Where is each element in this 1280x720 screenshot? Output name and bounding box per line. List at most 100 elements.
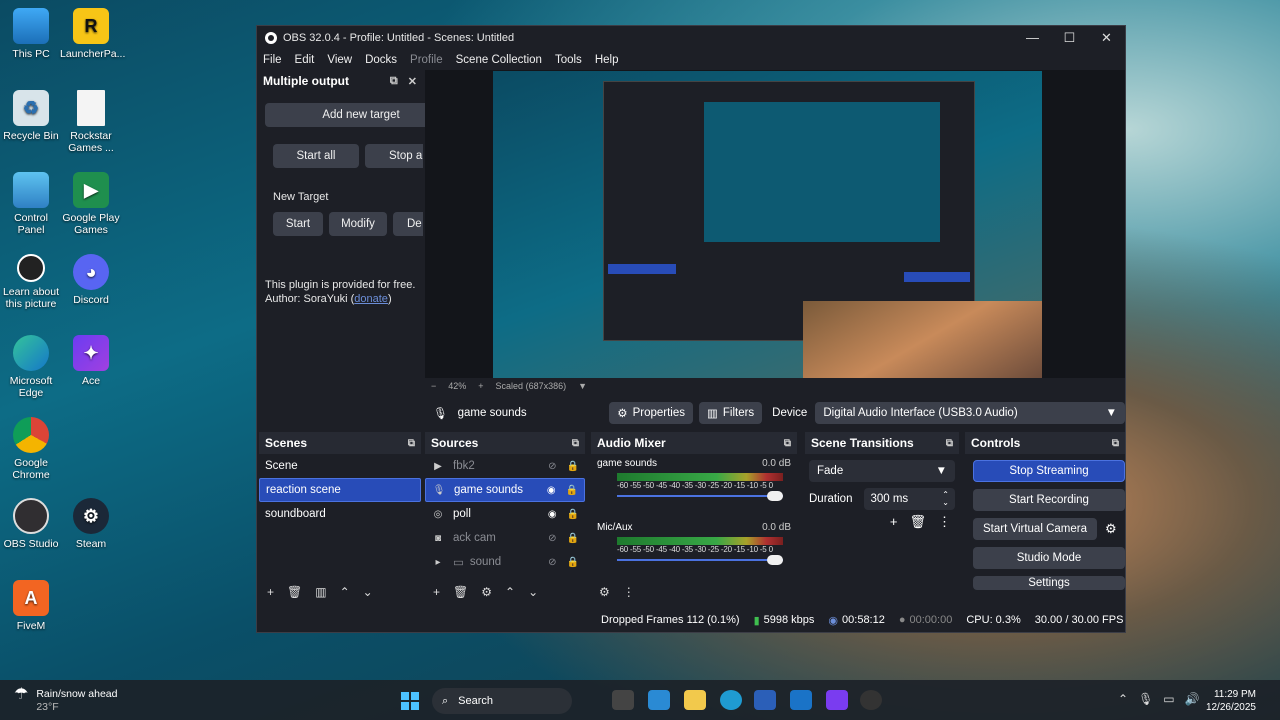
move-down-icon[interactable]: ⌄ [363,585,373,599]
microphone-icon[interactable]: 🎙 [1138,692,1153,706]
start-target-button[interactable]: Start [273,212,323,236]
settings-button[interactable]: Settings [973,576,1125,590]
stop-streaming-button[interactable]: Stop Streaming [973,460,1125,482]
scale-dropdown-icon[interactable]: ▼ [578,381,587,391]
desktop-icon-microsoft-edge[interactable]: Microsoft Edge [0,335,62,399]
desktop-icon-google-chrome[interactable]: Google Chrome [0,417,62,481]
undock-icon[interactable]: ⧉ [1112,438,1119,449]
taskbar-store-icon[interactable] [754,690,776,710]
undock-icon[interactable]: ⧉ [946,438,953,449]
menu-profile[interactable]: Profile [410,54,443,66]
start-all-button[interactable]: Start all [273,144,359,168]
slider-knob[interactable] [767,491,783,501]
taskbar-search[interactable]: ⌕ Search [432,688,572,714]
desktop-icon-rockstar-games[interactable]: Rockstar Games ... [60,90,122,154]
menu-tools[interactable]: Tools [555,54,582,66]
add-transition-icon[interactable]: + [890,514,898,530]
donate-link[interactable]: donate [354,293,388,305]
menu-file[interactable]: File [263,54,282,66]
mixer-settings-icon[interactable]: ⚙ [599,585,610,599]
modify-target-button[interactable]: Modify [329,212,387,236]
weather-widget[interactable]: ☂ Rain/snow ahead 23°F [14,687,117,714]
taskbar-file-explorer-icon[interactable] [684,690,706,710]
desktop-icon-obs-studio[interactable]: OBS Studio [0,498,62,550]
source-row-selected[interactable]: 🎙 game sounds ◉ 🔒 [425,478,585,502]
source-row[interactable]: ▸ ▭ sound ⊘ 🔒 [425,550,585,574]
desktop-icon-google-play-games[interactable]: ▶ Google Play Games [60,172,122,236]
close-button[interactable]: ✕ [1088,30,1125,46]
add-scene-icon[interactable]: + [267,585,274,599]
chevron-up-icon[interactable]: ⌃ [1118,692,1128,706]
taskbar-edge-icon[interactable] [720,690,742,710]
undock-icon[interactable]: ⧉ [408,438,415,449]
delete-target-button[interactable]: De [393,212,423,236]
lock-icon[interactable]: 🔒 [567,509,579,520]
properties-button[interactable]: ⚙ Properties [609,402,693,424]
mixer-menu-icon[interactable]: ⋮ [623,585,635,599]
undock-icon[interactable]: ⧉ [572,438,579,449]
menu-scene-collection[interactable]: Scene Collection [456,54,542,66]
start-virtual-camera-button[interactable]: Start Virtual Camera [973,518,1097,540]
taskbar-obs-icon[interactable] [860,690,882,710]
move-up-icon[interactable]: ⌃ [340,585,350,599]
taskbar-outlook-icon[interactable] [790,690,812,710]
minimize-button[interactable]: — [1014,30,1051,46]
lock-icon[interactable]: 🔒 [567,461,579,472]
volume-slider[interactable] [617,554,783,566]
desktop-icon-control-panel[interactable]: Control Panel [0,172,62,236]
source-row[interactable]: ◙ ack cam ⊘ 🔒 [425,526,585,550]
zoom-in-icon[interactable]: + [478,381,483,391]
delete-transition-icon[interactable]: 🗑 [909,514,926,530]
volume-icon[interactable]: 🔊 [1185,692,1200,706]
menu-help[interactable]: Help [595,54,619,66]
lock-icon[interactable]: 🔒 [567,533,579,544]
network-icon[interactable]: ▭ [1163,692,1174,706]
source-row[interactable]: ◎ poll ◉ 🔒 [425,502,585,526]
duration-input[interactable]: 300 ms ⌃ ⌄ [864,488,955,510]
desktop-icon-steam[interactable]: ⚙ Steam [60,498,122,550]
menu-docks[interactable]: Docks [365,54,397,66]
scene-filters-icon[interactable]: ▥ [315,585,326,599]
undock-icon[interactable]: ⧉ [784,438,791,449]
transition-menu-icon[interactable]: ⋮ [938,514,951,530]
desktop-icon-fivem[interactable]: A FiveM [0,580,62,632]
move-down-icon[interactable]: ⌄ [528,585,538,599]
eye-icon[interactable]: ◉ [548,509,557,520]
desktop-icon-this-pc[interactable]: This PC [0,8,62,60]
hidden-eye-icon[interactable]: ⊘ [548,533,556,544]
studio-mode-button[interactable]: Studio Mode [973,547,1125,569]
device-select[interactable]: Digital Audio Interface (USB3.0 Audio) ▼ [815,402,1125,424]
taskbar-task-view-icon[interactable] [612,690,634,710]
scene-item[interactable]: Scene [259,454,421,478]
hidden-eye-icon[interactable]: ⊘ [548,461,556,472]
stop-all-button[interactable]: Stop a [365,144,423,168]
start-button[interactable] [401,692,419,710]
delete-scene-icon[interactable]: 🗑 [287,585,302,599]
source-row[interactable]: ▶ fbk2 ⊘ 🔒 [425,454,585,478]
source-settings-icon[interactable]: ⚙ [481,585,492,599]
transition-select[interactable]: Fade ▼ [809,460,955,482]
hidden-eye-icon[interactable]: ⊘ [548,557,556,568]
undock-icon[interactable]: ⧉ [390,75,398,88]
preview-area[interactable] [425,70,1125,380]
slider-knob[interactable] [767,555,783,565]
desktop-icon-launcherpatcher[interactable]: R LauncherPa... [60,8,125,60]
taskbar-ace-icon[interactable] [826,690,848,710]
clock[interactable]: 11:29 PM 12/26/2025 [1206,688,1256,714]
eye-icon[interactable]: ◉ [547,485,556,496]
spinner-icon[interactable]: ⌃ ⌄ [942,491,949,507]
zoom-out-icon[interactable]: − [431,381,436,391]
desktop-icon-learn-about-picture[interactable]: Learn about this picture [0,254,62,310]
menu-view[interactable]: View [327,54,352,66]
add-source-icon[interactable]: + [433,585,440,599]
desktop-icon-ace[interactable]: ✦ Ace [60,335,122,387]
taskbar-app-icon[interactable] [648,690,670,710]
start-recording-button[interactable]: Start Recording [973,489,1125,511]
delete-source-icon[interactable]: 🗑 [453,585,468,599]
menu-edit[interactable]: Edit [295,54,315,66]
desktop-icon-recycle-bin[interactable]: ♻ Recycle Bin [0,90,62,142]
move-up-icon[interactable]: ⌃ [505,585,515,599]
lock-icon[interactable]: 🔒 [566,485,578,496]
title-bar[interactable]: OBS 32.0.4 - Profile: Untitled - Scenes:… [257,26,1125,50]
volume-slider[interactable] [617,490,783,502]
